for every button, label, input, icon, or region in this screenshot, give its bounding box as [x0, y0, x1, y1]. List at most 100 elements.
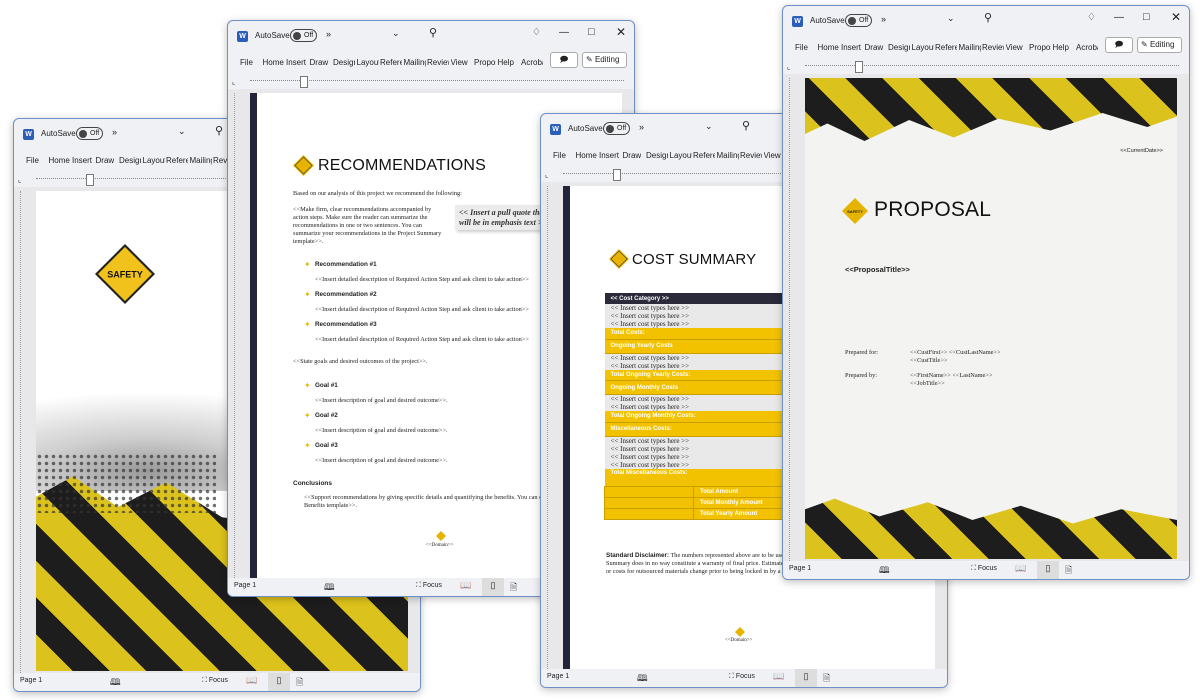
ribbon-tab-mailings[interactable]: Mailings: [717, 151, 739, 160]
ribbon-tab-file[interactable]: File: [553, 151, 575, 160]
read-mode-icon[interactable]: 📖: [1015, 563, 1026, 574]
accessibility-icon[interactable]: 🕮: [637, 671, 648, 687]
indent-marker[interactable]: [855, 61, 863, 73]
ribbon-tab-layout[interactable]: Layout: [357, 58, 379, 67]
minimize-button[interactable]: —: [559, 27, 569, 38]
print-layout-icon[interactable]: ▯: [268, 673, 290, 691]
ribbon-tab-references[interactable]: References: [935, 43, 957, 52]
print-layout-icon[interactable]: ▯: [1037, 561, 1059, 579]
horizontal-ruler[interactable]: ⌞: [228, 73, 634, 89]
page-indicator[interactable]: Page 1: [547, 673, 569, 680]
ribbon-tab-home[interactable]: Home: [49, 156, 71, 165]
ribbon-tab-file[interactable]: File: [240, 58, 262, 67]
read-mode-icon[interactable]: 📖: [246, 675, 257, 686]
search-icon[interactable]: ⚲: [215, 124, 223, 137]
tab-selector[interactable]: ⌞: [545, 171, 548, 179]
ribbon-tab-draw[interactable]: Draw: [96, 156, 118, 165]
indent-marker[interactable]: [300, 76, 308, 88]
ribbon-tab-references[interactable]: References: [693, 151, 715, 160]
ribbon-tab-proposal[interactable]: Proposal: [474, 58, 496, 67]
accessibility-icon[interactable]: 🕮: [879, 563, 890, 579]
ribbon-tab-proposal[interactable]: Proposal: [1029, 43, 1051, 52]
ribbon-tab-references[interactable]: References: [166, 156, 188, 165]
autosave-toggle[interactable]: Off: [290, 29, 317, 42]
chevron-down-icon[interactable]: ⌄: [705, 121, 713, 132]
tab-selector[interactable]: ⌞: [18, 176, 21, 184]
accessibility-icon[interactable]: 🕮: [324, 580, 335, 596]
ribbon-tab-file[interactable]: File: [26, 156, 48, 165]
more-commands-button[interactable]: »: [639, 122, 644, 132]
ribbon-tab-design[interactable]: Design: [888, 43, 910, 52]
ribbon-tab-review[interactable]: Review: [427, 58, 449, 67]
search-icon[interactable]: ⚲: [429, 26, 437, 39]
ribbon-tab-references[interactable]: References: [380, 58, 402, 67]
ribbon-tab-design[interactable]: Design: [646, 151, 668, 160]
focus-button[interactable]: ⛶ Focus: [202, 677, 228, 685]
focus-button[interactable]: ⛶ Focus: [416, 582, 442, 590]
minimize-button[interactable]: —: [1114, 12, 1124, 23]
web-layout-icon[interactable]: 🗎: [1065, 563, 1072, 579]
ribbon-tab-home[interactable]: Home: [576, 151, 598, 160]
print-layout-icon[interactable]: ▯: [482, 578, 504, 596]
search-icon[interactable]: ⚲: [984, 11, 992, 24]
tab-selector[interactable]: ⌞: [787, 63, 790, 71]
ribbon-tab-layout[interactable]: Layout: [912, 43, 934, 52]
more-commands-button[interactable]: »: [881, 14, 886, 24]
indent-marker[interactable]: [86, 174, 94, 186]
ribbon-tab-help[interactable]: Help: [1053, 43, 1075, 52]
page-indicator[interactable]: Page 1: [234, 582, 256, 589]
diamond-icon[interactable]: ♢: [1087, 12, 1096, 23]
web-layout-icon[interactable]: 🗎: [510, 580, 517, 596]
ribbon-tab-view[interactable]: View: [451, 58, 473, 67]
web-layout-icon[interactable]: 🗎: [296, 675, 303, 691]
comments-button[interactable]: 🗩: [1105, 37, 1133, 53]
ribbon-tab-draw[interactable]: Draw: [865, 43, 887, 52]
close-button[interactable]: ✕: [1171, 10, 1181, 24]
ribbon-tab-draw[interactable]: Draw: [623, 151, 645, 160]
ribbon-tab-layout[interactable]: Layout: [670, 151, 692, 160]
autosave-toggle[interactable]: Off: [845, 14, 872, 27]
editing-mode-button[interactable]: ✎ Editing: [1137, 37, 1182, 53]
tab-selector[interactable]: ⌞: [232, 78, 235, 86]
ribbon-tab-insert[interactable]: Insert: [599, 151, 621, 160]
autosave-toggle[interactable]: Off: [76, 127, 103, 140]
ribbon-tab-help[interactable]: Help: [498, 58, 520, 67]
focus-button[interactable]: ⛶ Focus: [729, 673, 755, 681]
ribbon-tab-review[interactable]: Review: [740, 151, 762, 160]
ribbon-tab-layout[interactable]: Layout: [143, 156, 165, 165]
focus-button[interactable]: ⛶ Focus: [971, 565, 997, 573]
ribbon-tab-file[interactable]: File: [795, 43, 817, 52]
comments-button[interactable]: 🗩: [550, 52, 578, 68]
page-indicator[interactable]: Page 1: [789, 565, 811, 572]
ribbon-tab-draw[interactable]: Draw: [310, 58, 332, 67]
ribbon-tab-home[interactable]: Home: [263, 58, 285, 67]
autosave-toggle[interactable]: Off: [603, 122, 630, 135]
proposal-page[interactable]: <<CurrentDate>> SAFETY PROPOSAL <<Propos…: [805, 78, 1177, 559]
ribbon-tab-design[interactable]: Design: [119, 156, 141, 165]
more-commands-button[interactable]: »: [326, 29, 331, 39]
accessibility-icon[interactable]: 🕮: [110, 675, 121, 691]
ribbon-tab-insert[interactable]: Insert: [72, 156, 94, 165]
document-area[interactable]: <<CurrentDate>> SAFETY PROPOSAL <<Propos…: [783, 74, 1189, 561]
maximize-button[interactable]: □: [1143, 11, 1150, 23]
ribbon-tab-insert[interactable]: Insert: [841, 43, 863, 52]
ribbon-tab-mailings[interactable]: Mailings: [190, 156, 212, 165]
horizontal-ruler[interactable]: ⌞: [783, 58, 1189, 74]
search-icon[interactable]: ⚲: [742, 119, 750, 132]
ribbon-tab-home[interactable]: Home: [818, 43, 840, 52]
chevron-down-icon[interactable]: ⌄: [947, 13, 955, 24]
ribbon-tab-view[interactable]: View: [1006, 43, 1028, 52]
close-button[interactable]: ✕: [616, 25, 626, 39]
ribbon-tab-design[interactable]: Design: [333, 58, 355, 67]
indent-marker[interactable]: [613, 169, 621, 181]
ribbon-tab-mailings[interactable]: Mailings: [959, 43, 981, 52]
print-layout-icon[interactable]: ▯: [795, 669, 817, 687]
read-mode-icon[interactable]: 📖: [773, 671, 784, 682]
ribbon-tab-mailings[interactable]: Mailings: [404, 58, 426, 67]
ribbon-tab-insert[interactable]: Insert: [286, 58, 308, 67]
diamond-icon[interactable]: ♢: [532, 27, 541, 38]
page-indicator[interactable]: Page 1: [20, 677, 42, 684]
web-layout-icon[interactable]: 🗎: [823, 671, 830, 687]
more-commands-button[interactable]: »: [112, 127, 117, 137]
ribbon-tab-acrobat[interactable]: Acrobat: [1076, 43, 1098, 52]
